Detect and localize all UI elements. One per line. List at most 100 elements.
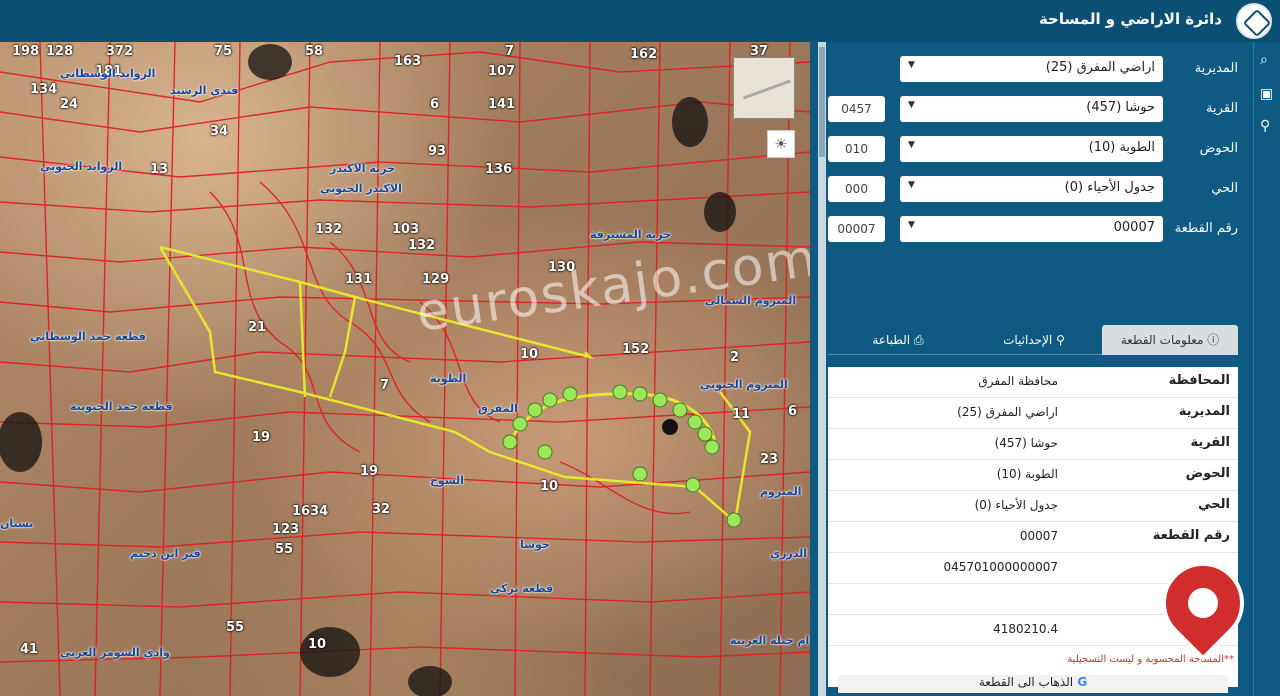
neighborhood-label: الحي [1211, 181, 1238, 196]
parcel-number: 6 [788, 404, 798, 419]
neighborhood-select[interactable]: جدول الأحياء (0) ▼ [900, 176, 1163, 202]
location-icon[interactable]: ⚲ [1260, 118, 1270, 134]
overview-minimap[interactable] [733, 57, 795, 119]
parcel-number: 132 [315, 222, 343, 237]
village-select[interactable]: حوشا (457) ▼ [900, 96, 1163, 122]
info-tabs: ⓘ معلومات القطعة ⚲ الإحداثيات ⎙ الطباعة [828, 325, 1238, 355]
parcel-number: 132 [408, 238, 436, 253]
place-label: غدير الدرزي [770, 547, 810, 560]
basin-code-input[interactable]: 010 [828, 136, 885, 162]
chevron-down-icon: ▼ [908, 60, 915, 70]
place-label: الاكيدر الجنوبي [320, 182, 402, 195]
tab-print[interactable]: ⎙ الطباعة [830, 325, 966, 355]
place-label: وادي الشومر الغربي [60, 646, 170, 659]
tab-label: الإحداثيات [1003, 333, 1053, 347]
parcel-number: 6 [430, 97, 440, 112]
place-label: خربة المشيرفة [590, 228, 672, 241]
parcel-number: 1634 [292, 504, 329, 519]
map-layers-icon[interactable]: ▣ [1260, 86, 1273, 102]
info-value: اراضي المفرق (25) [957, 405, 1058, 419]
brand-overlay [980, 545, 1261, 661]
parcel-code-input[interactable]: 00007 [828, 216, 885, 242]
tab-label: الطباعة [872, 333, 911, 347]
place-label: ام جبلة الغربية [730, 634, 810, 647]
place-label: بستان [0, 517, 34, 530]
village-value: حوشا (457) [1086, 100, 1155, 115]
neighborhood-code-input[interactable]: 000 [828, 176, 885, 202]
parcel-number: 162 [630, 47, 658, 62]
search-icon[interactable]: ⌕ [1260, 52, 1268, 68]
parcel-number: 10 [520, 347, 539, 362]
parcel-number: 107 [488, 64, 516, 79]
area-note: **المساحة المحسوبة و ليست التسجيلية [1067, 654, 1234, 665]
parcel-label: رقم القطعة [1174, 221, 1238, 236]
parcel-number: 75 [214, 44, 233, 59]
directorate-select[interactable]: اراضي المفرق (25) ▼ [900, 56, 1163, 82]
tab-coordinates[interactable]: ⚲ الإحداثيات [966, 325, 1102, 355]
info-icon: ⓘ [1203, 333, 1220, 347]
info-key: المديرية [1178, 404, 1230, 419]
parcel-number: 41 [20, 642, 39, 657]
parcel-number: 7 [505, 44, 515, 59]
parcel-number: 10 [540, 479, 559, 494]
basin-label: الحوض [1199, 141, 1238, 156]
parcel-number: 152 [622, 342, 650, 357]
info-key: المحافظة [1168, 373, 1230, 388]
place-label: الزوايد الجنوبي [40, 160, 123, 173]
info-key: الحوض [1185, 466, 1230, 481]
parcel-number: 34 [210, 124, 229, 139]
info-row: القرية حوشا (457) [828, 429, 1238, 460]
parcel-number: 7 [380, 378, 390, 393]
parcel-number: 128 [46, 44, 74, 59]
basin-select[interactable]: الطوبة (10) ▼ [900, 136, 1163, 162]
panel-scrollbar[interactable] [818, 42, 826, 696]
parcel-number: 134 [30, 82, 58, 97]
place-label: الطوبة [430, 372, 467, 385]
place-label: السوح [430, 474, 464, 487]
selected-parcel-marker [662, 419, 678, 435]
place-label: قطعة حمد الوسطاني [30, 330, 146, 343]
chevron-down-icon: ▼ [908, 140, 915, 150]
info-value: الطوبة (10) [996, 467, 1058, 481]
village-code-input[interactable]: 0457 [828, 96, 885, 122]
brand-pin-icon [1145, 545, 1261, 661]
parcel-number: 19 [252, 430, 271, 445]
parcel-number: 55 [275, 542, 294, 557]
info-row: الحي جدول الأحياء (0) [828, 491, 1238, 522]
place-label: خربة الاكيدر [330, 162, 395, 175]
place-label: الميروم الجنوبي [700, 378, 788, 391]
neighborhood-value: جدول الأحياء (0) [1064, 180, 1155, 195]
info-row: رقم القطعة 00007 [828, 522, 1238, 553]
tab-label: معلومات القطعة [1120, 333, 1204, 347]
directorate-value: اراضي المفرق (25) [1045, 60, 1155, 75]
parcel-number: 10 [308, 637, 327, 652]
parcel-number: 93 [428, 144, 447, 159]
place-label: الميروم [760, 485, 802, 498]
chevron-down-icon: ▼ [908, 100, 915, 110]
sun-icon[interactable]: ☀ [767, 130, 795, 158]
parcel-value: 00007 [1113, 220, 1155, 235]
info-value: حوشا (457) [994, 436, 1058, 450]
parcel-number: 19 [360, 464, 379, 479]
village-label: القرية [1206, 101, 1238, 116]
parcel-number: 11 [732, 407, 751, 422]
parcel-number: 131 [345, 272, 373, 287]
parcel-number: 163 [394, 54, 422, 69]
goto-parcel-button[interactable]: G الذهاب الى القطعة [838, 675, 1228, 693]
place-label: المفرق [478, 402, 518, 415]
parcel-number: 123 [272, 522, 300, 537]
map-view[interactable]: 198 128 372 75 58 163 7 162 37 181 107 1… [0, 42, 810, 696]
pin-icon: ⚲ [1052, 333, 1065, 347]
chevron-down-icon: ▼ [908, 220, 915, 230]
tab-parcel-info[interactable]: ⓘ معلومات القطعة [1102, 325, 1238, 355]
directorate-label: المديرية [1194, 61, 1238, 76]
info-value: جدول الأحياء (0) [974, 498, 1058, 512]
print-icon: ⎙ [910, 333, 924, 347]
parcel-number: 55 [226, 620, 245, 635]
place-label: قطعة حمد الجنوبية [70, 400, 173, 413]
parcel-number: 141 [488, 97, 516, 112]
info-key: رقم القطعة [1152, 528, 1230, 543]
google-icon: G [1073, 675, 1088, 689]
parcel-select[interactable]: 00007 ▼ [900, 216, 1163, 242]
page-title: دائرة الاراضي و المساحة [1038, 10, 1222, 28]
